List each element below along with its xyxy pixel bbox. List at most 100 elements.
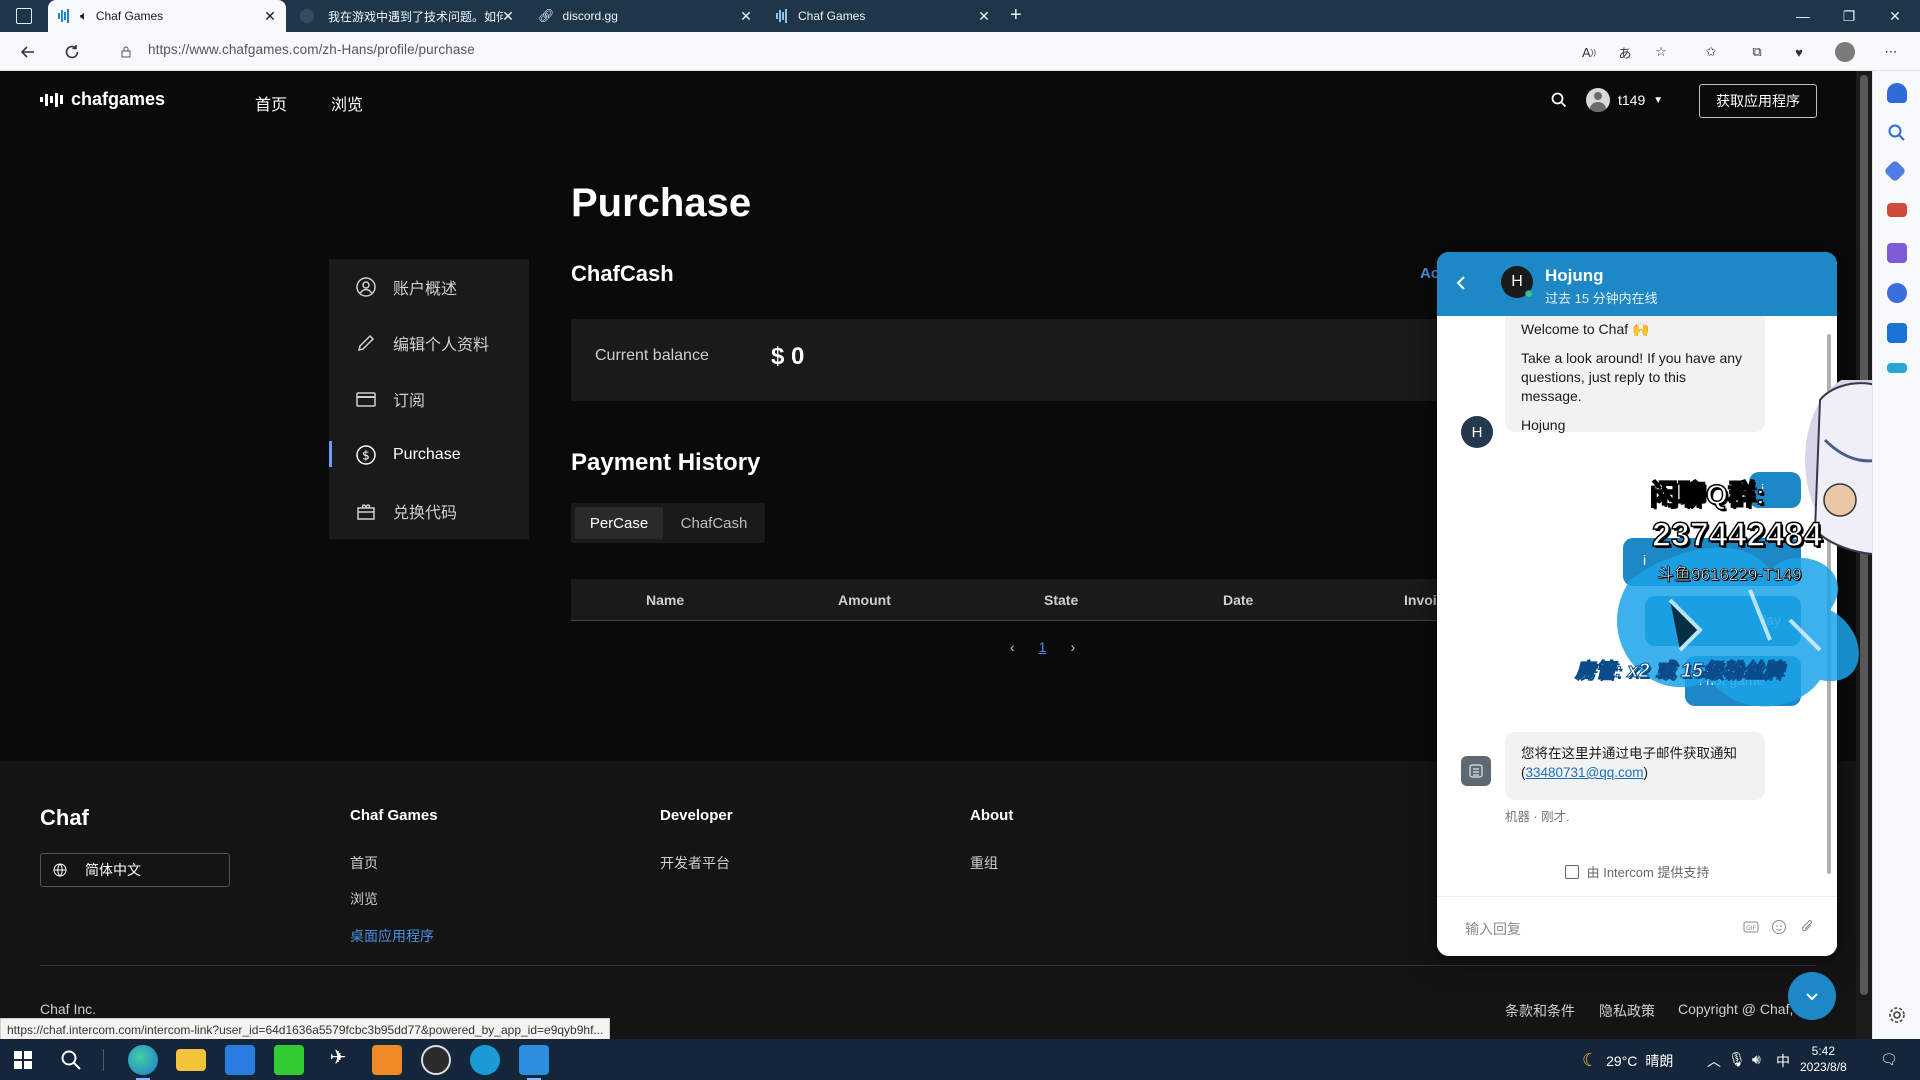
office-icon[interactable] bbox=[1887, 283, 1907, 303]
window-close-icon[interactable]: ✕ bbox=[1872, 0, 1918, 32]
user-menu[interactable]: t149 ▼ bbox=[1586, 88, 1663, 112]
side-item-redeem-code[interactable]: 兑换代码 bbox=[329, 483, 529, 539]
game-app-icon[interactable] bbox=[274, 1045, 304, 1075]
site-logo[interactable]: chafgames bbox=[40, 89, 165, 110]
get-app-button[interactable]: 获取应用程序 bbox=[1699, 84, 1817, 118]
tab-close-icon[interactable]: ✕ bbox=[976, 8, 992, 24]
footer-link-privacy[interactable]: 隐私政策 bbox=[1599, 1001, 1655, 1021]
extensions-icon[interactable]: ♥ bbox=[1788, 41, 1810, 63]
balance-label: Current balance bbox=[595, 347, 709, 364]
profile-avatar-icon[interactable] bbox=[1834, 41, 1856, 63]
settings-gear-icon[interactable] bbox=[1887, 1005, 1907, 1025]
tab-percase[interactable]: PerCase bbox=[575, 507, 663, 539]
page-number[interactable]: 1 bbox=[1039, 639, 1047, 655]
nav-browse[interactable]: 浏览 bbox=[331, 91, 363, 115]
side-item-subscription[interactable]: 订阅 bbox=[329, 371, 529, 427]
url-input[interactable]: https://www.chafgames.com/zh-Hans/profil… bbox=[148, 42, 475, 57]
edge-app-icon[interactable] bbox=[128, 1045, 158, 1080]
powered-by-intercom[interactable]: 由 Intercom 提供支持 bbox=[1437, 862, 1837, 881]
tab-close-icon[interactable]: ✕ bbox=[500, 8, 516, 24]
restore-icon[interactable]: ❐ bbox=[1826, 0, 1872, 32]
footer-link-home[interactable]: 首页 bbox=[350, 853, 378, 873]
col-amount[interactable]: Amount bbox=[838, 592, 891, 608]
orange-app-icon[interactable] bbox=[372, 1045, 402, 1075]
clock[interactable]: 5:42 2023/8/8 bbox=[1800, 1043, 1847, 1075]
read-aloud-icon[interactable]: A)) bbox=[1578, 41, 1600, 63]
outlook-icon[interactable] bbox=[1887, 323, 1907, 343]
language-selector[interactable]: 简体中文 bbox=[40, 853, 230, 887]
lock-icon[interactable] bbox=[114, 40, 138, 64]
moon-icon: ☾ bbox=[1582, 1050, 1599, 1070]
search-icon[interactable] bbox=[1550, 91, 1570, 111]
footer-link-dev-platform[interactable]: 开发者平台 bbox=[660, 853, 730, 873]
footer-link-about-item[interactable]: 重组 bbox=[970, 853, 998, 873]
speaker-icon[interactable]: 🔈︎ bbox=[80, 8, 88, 24]
bell-icon[interactable] bbox=[1887, 83, 1907, 103]
user-message: lay bbox=[1645, 596, 1801, 646]
side-item-account-overview[interactable]: 账户概述 bbox=[329, 259, 529, 315]
notification-icon[interactable]: 🗨︎ bbox=[1880, 1051, 1898, 1068]
toolbox-icon[interactable] bbox=[1887, 203, 1907, 217]
next-page-icon[interactable]: › bbox=[1070, 639, 1075, 655]
col-state[interactable]: State bbox=[1044, 592, 1078, 608]
tab-actions-icon[interactable] bbox=[16, 8, 32, 24]
taskbar-search-icon[interactable] bbox=[60, 1049, 82, 1071]
bot-email-link[interactable]: 33480731@qq.com bbox=[1526, 765, 1644, 780]
tab-discord[interactable]: 🔗︎ discord.gg ✕ bbox=[528, 0, 762, 32]
back-icon[interactable] bbox=[16, 40, 40, 64]
footer-link-terms[interactable]: 条款和条件 bbox=[1505, 1001, 1575, 1021]
side-item-edit-profile[interactable]: 编辑个人资料 bbox=[329, 315, 529, 371]
conversation-scrollbar[interactable] bbox=[1826, 324, 1832, 884]
more-menu-icon[interactable]: ⋯ bbox=[1880, 41, 1902, 63]
microphone-icon[interactable]: 🎙︎ bbox=[1728, 1051, 1746, 1068]
scroll-down-button[interactable] bbox=[1788, 972, 1836, 1020]
tab-support-article[interactable]: 我在游戏中遇到了技术问题。如何 ✕ bbox=[290, 0, 524, 32]
tab-title: 我在游戏中遇到了技术问题。如何 bbox=[328, 9, 503, 24]
minimize-icon[interactable]: — bbox=[1780, 0, 1826, 32]
file-explorer-icon[interactable] bbox=[176, 1049, 206, 1071]
obs-icon[interactable] bbox=[421, 1045, 451, 1075]
side-item-purchase[interactable]: $ Purchase bbox=[329, 427, 529, 483]
nav-home[interactable]: 首页 bbox=[255, 91, 287, 115]
volume-icon[interactable]: 🔊︎ bbox=[1752, 1051, 1761, 1068]
collections-icon[interactable]: ⧉ bbox=[1746, 41, 1768, 63]
games-icon[interactable] bbox=[1887, 243, 1907, 263]
reply-input[interactable]: 输入回复 bbox=[1465, 919, 1521, 939]
prev-page-icon[interactable]: ‹ bbox=[1010, 639, 1015, 655]
favorites-icon[interactable]: ✩ bbox=[1700, 41, 1722, 63]
attachment-icon[interactable] bbox=[1799, 919, 1815, 935]
col-date[interactable]: Date bbox=[1223, 592, 1253, 608]
chaf-app-icon[interactable] bbox=[519, 1045, 549, 1080]
tab-close-icon[interactable]: ✕ bbox=[262, 8, 278, 24]
translate-icon[interactable]: あ bbox=[1614, 41, 1636, 63]
plane-app-icon[interactable]: ✈ bbox=[323, 1045, 353, 1075]
ime-indicator[interactable]: 中 bbox=[1776, 1051, 1790, 1071]
store-icon[interactable] bbox=[225, 1045, 255, 1075]
search-icon[interactable] bbox=[1887, 123, 1907, 143]
gif-icon[interactable]: GIF bbox=[1743, 919, 1759, 935]
agent-name: Hojung bbox=[1545, 266, 1604, 285]
footer-link-browse[interactable]: 浏览 bbox=[350, 889, 378, 909]
shopping-tag-icon[interactable] bbox=[1883, 159, 1907, 183]
tab-chaf-games-active[interactable]: 🔈︎ Chaf Games ✕ bbox=[48, 0, 286, 32]
tab-chaf-games-2[interactable]: Chaf Games ✕ bbox=[766, 0, 1000, 32]
add-favorite-icon[interactable]: ☆ bbox=[1650, 41, 1672, 63]
tray-chevron-icon[interactable]: ︿ bbox=[1707, 1051, 1721, 1071]
reply-composer[interactable]: 输入回复 GIF bbox=[1437, 896, 1837, 956]
start-windows-icon[interactable] bbox=[14, 1051, 32, 1069]
col-name[interactable]: Name bbox=[646, 592, 684, 608]
tab-close-icon[interactable]: ✕ bbox=[738, 8, 754, 24]
refresh-icon[interactable] bbox=[60, 40, 84, 64]
emoji-icon[interactable] bbox=[1771, 919, 1787, 935]
tab-chafcash[interactable]: ChafCash bbox=[667, 507, 761, 539]
drop-icon[interactable] bbox=[1887, 363, 1907, 373]
back-chevron-icon[interactable] bbox=[1453, 274, 1471, 292]
teal-app-icon[interactable] bbox=[470, 1045, 500, 1075]
weather-widget[interactable]: ☾ 29°C 晴朗 bbox=[1582, 1050, 1673, 1071]
col-invoice[interactable]: Invoi bbox=[1404, 592, 1437, 608]
new-tab-icon[interactable]: + bbox=[1010, 4, 1022, 27]
page-scrollbar[interactable] bbox=[1856, 71, 1872, 1039]
svg-text:GIF: GIF bbox=[1746, 925, 1756, 932]
bot-message-end: ) bbox=[1643, 765, 1649, 780]
footer-link-desktop-app[interactable]: 桌面应用程序 bbox=[350, 926, 434, 946]
